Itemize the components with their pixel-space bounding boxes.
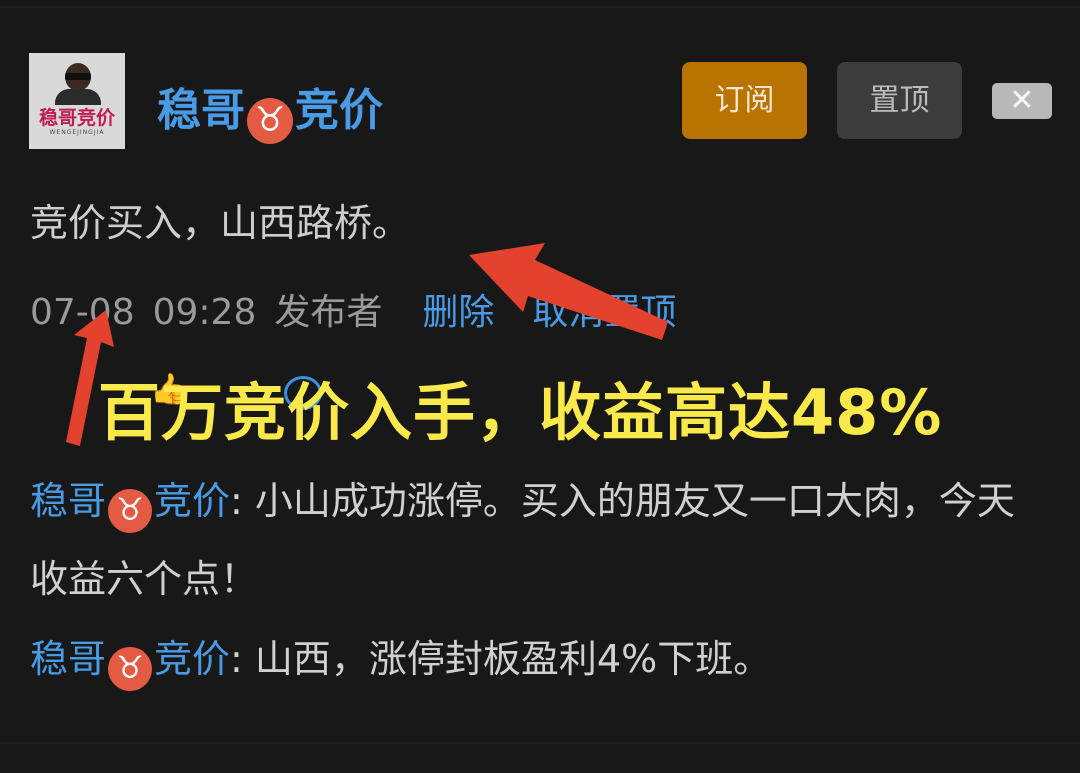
comment-author-part1: 稳哥 bbox=[30, 479, 107, 523]
comment-author-part2: 竞价 bbox=[154, 479, 231, 523]
arrow-to-date-icon bbox=[66, 310, 114, 446]
comment-text: : 山西，涨停封板盈利4%下班。 bbox=[230, 637, 772, 681]
bottom-divider bbox=[0, 742, 1080, 744]
comment-item: 稳哥 ♉ 竞价: 小山成功涨停。买入的朋友又一口大肉，今天收益六个点！ bbox=[30, 462, 1050, 618]
comment-item: 稳哥 ♉ 竞价: 山西，涨停封板盈利4%下班。 bbox=[30, 620, 1050, 698]
comment-author[interactable]: 稳哥 ♉ 竞价 bbox=[30, 637, 231, 691]
comment-author[interactable]: 稳哥 ♉ 竞价 bbox=[30, 479, 231, 533]
taurus-icon: ♉ bbox=[108, 647, 153, 691]
taurus-icon: ♉ bbox=[108, 489, 153, 533]
comment-author-part1: 稳哥 bbox=[30, 637, 107, 681]
comment-author-part2: 竞价 bbox=[154, 637, 231, 681]
arrow-to-post-icon bbox=[469, 243, 668, 340]
